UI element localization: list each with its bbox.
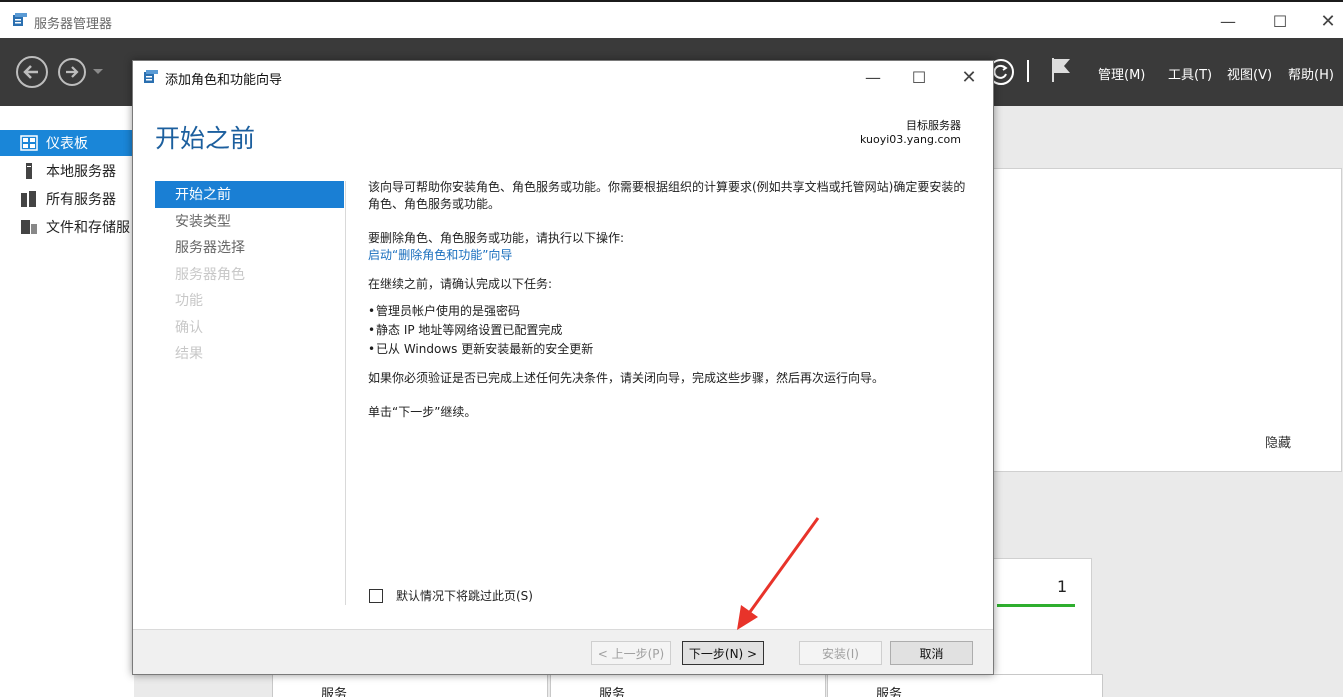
forward-button[interactable] (58, 58, 86, 86)
step-confirmation: 确认 (175, 319, 203, 336)
step-installation-type[interactable]: 安装类型 (155, 208, 344, 235)
toolbar-separator (1027, 60, 1029, 82)
verify-text: 如果你必须验证是否已完成上述任何先决条件，请关闭向导，完成这些步骤，然后再次运行… (368, 371, 885, 385)
sidebar-item-label: 本地服务器 (46, 164, 116, 180)
remove-heading: 要删除角色、角色服务或功能，请执行以下操作: (368, 231, 625, 245)
server-manager-icon (13, 13, 27, 26)
wizard-maximize-icon[interactable]: ☐ (896, 64, 942, 90)
wizard-content: 该向导可帮助你安装角色、角色服务或功能。你需要根据组织的计算要求(例如共享文档或… (368, 179, 976, 421)
menu-manage[interactable]: 管理(M) (1098, 64, 1145, 83)
before-heading: 在继续之前，请确认完成以下任务: (368, 277, 553, 291)
server-manager-titlebar: 服务器管理器 — ☐ ✕ (0, 0, 1343, 38)
remove-roles-link[interactable]: 启动“删除角色和功能”向导 (368, 247, 976, 264)
skip-page-checkbox[interactable] (369, 588, 383, 603)
add-roles-wizard-dialog: 添加角色和功能向导 — ☐ ✕ 开始之前 目标服务器 kuoyi03.yang.… (132, 60, 994, 675)
welcome-panel: 隐藏 (992, 168, 1342, 472)
bottom-column-3: 服务 (827, 674, 1103, 697)
servers-icon (21, 191, 36, 207)
server-icon (26, 163, 32, 179)
step-server-roles: 服务器角色 (175, 266, 245, 283)
sidebar-item-file-storage[interactable]: 文件和存储服 (0, 214, 134, 240)
bottom-column-label: 服务 (876, 687, 903, 697)
dashboard-icon (20, 135, 38, 151)
install-button[interactable]: 安装(I) (799, 641, 882, 665)
previous-button[interactable]: < 上一步(P) (591, 641, 671, 665)
step-server-selection[interactable]: 服务器选择 (155, 234, 344, 261)
notifications-flag-icon[interactable] (1050, 56, 1072, 84)
step-results: 结果 (175, 346, 203, 363)
bullet-icon: • (368, 304, 376, 318)
bottom-column-2: 服务 (550, 674, 826, 697)
sidebar-item-local-server[interactable]: 本地服务器 (0, 158, 134, 184)
list-item: • 静态 IP 地址等网络设置已配置完成 (368, 322, 976, 339)
list-item-text: 已从 Windows 更新安装最新的安全更新 (376, 342, 594, 356)
card-count: 1 (1057, 577, 1068, 596)
sidebar-item-label: 所有服务器 (46, 192, 116, 208)
sidebar-item-label: 文件和存储服 (46, 220, 130, 236)
skip-page-option[interactable]: 默认情况下将跳过此页(S) (369, 587, 533, 604)
wizard-minimize-icon[interactable]: — (850, 64, 896, 90)
forward-arrow-icon (66, 66, 79, 78)
sidebar-item-all-servers[interactable]: 所有服务器 (0, 186, 134, 212)
list-item: • 已从 Windows 更新安装最新的安全更新 (368, 341, 976, 358)
back-arrow-icon (23, 65, 38, 79)
page-title: 开始之前 (155, 124, 256, 153)
bullet-icon: • (368, 323, 376, 337)
server-manager-sidebar: 仪表板 本地服务器 所有服务器 文件和存储服 (0, 106, 134, 697)
history-dropdown-icon[interactable] (92, 68, 104, 76)
minimize-icon[interactable]: — (1205, 8, 1251, 34)
list-item-text: 静态 IP 地址等网络设置已配置完成 (376, 323, 563, 337)
target-server-label: 目标服务器 (906, 119, 961, 132)
bullet-icon: • (368, 342, 376, 356)
wizard-close-icon[interactable]: ✕ (946, 64, 992, 90)
menu-view[interactable]: 视图(V) (1227, 64, 1272, 83)
intro-text: 该向导可帮助你安装角色、角色服务或功能。你需要根据组织的计算要求(例如共享文档或… (368, 180, 966, 211)
close-icon[interactable]: ✕ (1305, 8, 1343, 34)
bottom-column-label: 服务 (321, 687, 348, 697)
wizard-footer: < 上一步(P) 下一步(N) > 安装(I) 取消 (133, 629, 993, 674)
status-bar (997, 604, 1075, 607)
wizard-titlebar: 添加角色和功能向导 — ☐ ✕ (133, 61, 993, 93)
bottom-column-label: 服务 (599, 687, 626, 697)
next-button[interactable]: 下一步(N) > (682, 641, 764, 665)
hide-link[interactable]: 隐藏 (1265, 432, 1291, 451)
step-features: 功能 (175, 293, 203, 310)
list-item-text: 管理员帐户使用的是强密码 (376, 304, 521, 318)
list-item: • 管理员帐户使用的是强密码 (368, 303, 976, 320)
nav-divider (345, 181, 346, 605)
sidebar-item-label: 仪表板 (46, 136, 88, 152)
menu-help[interactable]: 帮助(H) (1288, 64, 1334, 83)
wizard-steps-nav: 开始之前 安装类型 服务器选择 服务器角色 功能 确认 结果 (155, 181, 344, 367)
maximize-icon[interactable]: ☐ (1257, 8, 1303, 34)
target-server-info: 目标服务器 kuoyi03.yang.com (860, 119, 961, 147)
skip-page-label[interactable]: 默认情况下将跳过此页(S) (396, 587, 533, 604)
sidebar-item-dashboard[interactable]: 仪表板 (0, 130, 134, 156)
back-button[interactable] (16, 56, 48, 88)
continue-text: 单击“下一步”继续。 (368, 405, 477, 419)
step-before-you-begin[interactable]: 开始之前 (155, 181, 344, 208)
menu-tools[interactable]: 工具(T) (1168, 64, 1212, 83)
target-server-name: kuoyi03.yang.com (860, 133, 961, 146)
server-manager-title: 服务器管理器 (34, 17, 113, 32)
wizard-app-icon (144, 70, 158, 83)
cancel-button[interactable]: 取消 (890, 641, 973, 665)
bottom-column-1: 服务 (272, 674, 548, 697)
wizard-title: 添加角色和功能向导 (165, 73, 283, 88)
storage-icon (21, 220, 37, 234)
